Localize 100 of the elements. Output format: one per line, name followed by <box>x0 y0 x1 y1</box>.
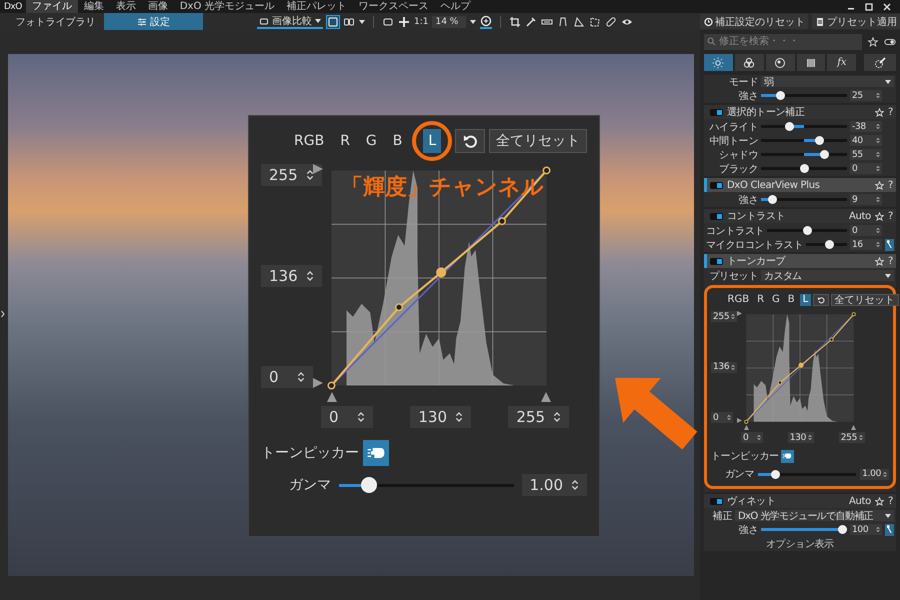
undo-button[interactable] <box>455 129 485 153</box>
maximize-icon[interactable] <box>864 2 874 12</box>
slider[interactable] <box>761 195 847 204</box>
search-field[interactable]: 修正を検索・・・ <box>704 34 862 50</box>
value-field[interactable]: 255 <box>838 432 865 443</box>
caret-icon[interactable] <box>470 20 476 24</box>
slider[interactable] <box>761 122 847 131</box>
toggle-switch[interactable] <box>710 258 723 264</box>
crop-icon[interactable] <box>509 16 522 28</box>
tone-picker-button[interactable] <box>780 450 794 462</box>
palette-tab[interactable] <box>796 54 826 71</box>
menu-item[interactable]: 補正パレット <box>280 0 353 13</box>
chevron-right-icon[interactable] <box>1 310 5 318</box>
reset-all-button[interactable]: 全てリセット <box>489 129 587 153</box>
channel-tab[interactable]: RGB <box>725 294 752 306</box>
dropdown[interactable]: 弱 <box>761 76 894 87</box>
help-link[interactable]: ? <box>888 210 893 222</box>
slider-thumb[interactable] <box>824 240 834 249</box>
split-view-icon[interactable] <box>343 16 355 28</box>
workspace-tab[interactable]: フォトライブラリ <box>8 13 100 30</box>
slider[interactable] <box>767 226 847 235</box>
section-header[interactable]: コントラスト Auto ? <box>704 209 896 223</box>
channel-tab[interactable]: G <box>770 294 782 306</box>
star-icon[interactable] <box>874 496 884 506</box>
gamma-slider[interactable] <box>339 477 514 493</box>
slider-thumb[interactable] <box>800 164 808 173</box>
star-icon[interactable] <box>874 256 884 266</box>
menu-item[interactable]: ファイル <box>26 0 78 13</box>
value-field[interactable]: 136 <box>711 362 738 372</box>
channel-tab[interactable]: G <box>360 129 382 153</box>
move-icon[interactable] <box>398 16 410 28</box>
value-field[interactable]: 0 <box>850 225 882 236</box>
handle-icon[interactable] <box>851 425 856 430</box>
slider-thumb[interactable] <box>814 136 824 145</box>
slider[interactable] <box>761 91 847 100</box>
dropdown[interactable]: DxO 光学モジュールで自動補正 <box>735 510 894 521</box>
channel-tab[interactable]: R <box>335 129 355 153</box>
zoom-field[interactable]: 14 % <box>432 16 466 28</box>
workspace-tab[interactable]: 設定 <box>104 13 203 30</box>
star-icon[interactable] <box>874 180 884 190</box>
channel-tab[interactable]: B <box>785 294 798 306</box>
value-field[interactable]: 100 <box>850 524 882 535</box>
menu-item[interactable]: ワークスペース <box>352 0 435 13</box>
palette-tab[interactable] <box>734 54 764 71</box>
value-field[interactable]: 255 <box>261 164 322 186</box>
channel-tab[interactable]: RGB <box>289 129 330 153</box>
value-field[interactable]: 1.00 <box>860 468 889 480</box>
value-field[interactable]: 255 <box>711 311 738 322</box>
perspective-icon[interactable] <box>557 16 570 28</box>
value-field[interactable]: 130 <box>788 432 814 443</box>
value-field[interactable]: 25 <box>850 90 882 101</box>
value-field[interactable]: 130 <box>410 406 471 428</box>
handle-icon[interactable] <box>313 164 323 174</box>
bandage-icon[interactable] <box>605 16 618 28</box>
menu-item[interactable]: ヘルプ <box>434 0 477 13</box>
channel-tab[interactable]: L <box>423 129 442 153</box>
menu-item[interactable]: 画像 <box>142 0 174 13</box>
auto-wand-button[interactable] <box>885 524 894 536</box>
value-field[interactable]: 9 <box>850 194 882 205</box>
value-field[interactable]: -38 <box>850 121 882 132</box>
slider-thumb[interactable] <box>776 91 786 100</box>
window-icon[interactable] <box>382 16 394 28</box>
star-icon[interactable] <box>867 36 879 46</box>
help-link[interactable]: ? <box>888 496 893 506</box>
menu-item[interactable]: DxO 光学モジュール <box>174 0 281 13</box>
menu-item[interactable]: 表示 <box>110 0 142 13</box>
help-link[interactable]: ? <box>888 256 893 266</box>
triangle-icon[interactable] <box>573 16 586 28</box>
slider[interactable] <box>806 240 847 249</box>
section-header[interactable]: DxO ClearView Plus ? <box>704 178 896 192</box>
auto-wand-button[interactable] <box>885 238 894 250</box>
single-view-icon[interactable] <box>327 16 339 28</box>
auto-label[interactable]: Auto <box>848 496 871 506</box>
dropdown[interactable]: カスタム <box>761 270 894 281</box>
auto-label[interactable]: Auto <box>848 210 871 222</box>
help-link[interactable]: ? <box>888 106 893 118</box>
channel-tab[interactable]: B <box>388 129 408 153</box>
handle-icon[interactable] <box>541 392 551 402</box>
slider-thumb[interactable] <box>768 195 777 204</box>
slider[interactable] <box>761 150 847 159</box>
value-field[interactable]: 1.00 <box>522 474 587 496</box>
reset-settings-button[interactable]: 補正設定のリセット <box>700 14 808 29</box>
close-icon[interactable] <box>882 2 892 12</box>
slider-thumb[interactable] <box>838 525 847 534</box>
star-icon[interactable] <box>874 212 884 220</box>
handle-icon[interactable] <box>737 311 742 316</box>
value-field[interactable]: 0 <box>850 163 882 174</box>
help-link[interactable]: ? <box>888 180 893 190</box>
zoom-ratio-button[interactable]: 1:1 <box>414 16 428 26</box>
channel-tab[interactable]: R <box>754 294 767 306</box>
slider[interactable] <box>761 136 847 145</box>
gamma-slider[interactable] <box>758 470 856 478</box>
toggle-switch[interactable] <box>710 182 723 188</box>
star-icon[interactable] <box>874 108 884 116</box>
toggle-icon[interactable] <box>884 36 896 46</box>
value-field[interactable]: 255 <box>508 406 569 428</box>
polygon-icon[interactable] <box>589 16 602 28</box>
channel-tab[interactable]: L <box>800 294 811 306</box>
section-header[interactable]: 選択的トーン補正 ? <box>704 105 896 119</box>
value-field[interactable]: 0 <box>261 366 313 388</box>
